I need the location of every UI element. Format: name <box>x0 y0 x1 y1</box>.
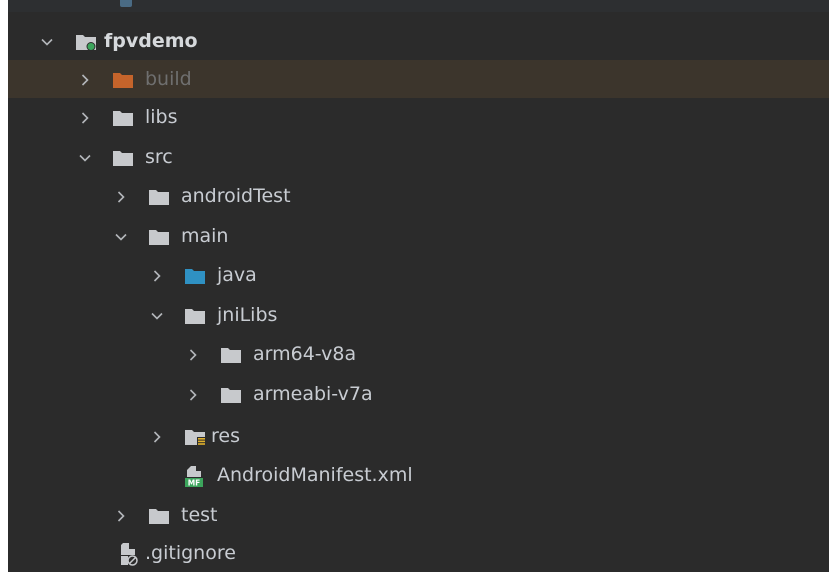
tree-item-label: main <box>181 225 229 247</box>
manifest-file-icon: MF <box>182 464 206 488</box>
chevron-right-icon[interactable] <box>78 111 92 125</box>
tree-item-label: armeabi-v7a <box>253 383 373 405</box>
tree-item-armeabi-v7a[interactable]: armeabi-v7a <box>8 375 829 413</box>
folder-icon <box>148 228 170 246</box>
tree-item-arm64-v8a[interactable]: arm64-v8a <box>8 335 829 373</box>
folder-icon <box>184 307 206 325</box>
tree-item-res[interactable]: res <box>8 417 829 455</box>
chevron-down-icon[interactable] <box>78 151 92 165</box>
chevron-right-icon[interactable] <box>150 269 164 283</box>
tree-item-label: .gitignore <box>145 542 236 564</box>
tree-item-label: res <box>211 425 240 447</box>
module-folder-icon <box>75 33 97 51</box>
chevron-right-icon[interactable] <box>150 430 164 444</box>
source-folder-icon <box>184 267 206 285</box>
tree-item-label: arm64-v8a <box>253 343 357 365</box>
chevron-right-icon[interactable] <box>114 509 128 523</box>
tree-item-test[interactable]: test <box>8 496 829 534</box>
folder-icon <box>148 188 170 206</box>
folder-icon <box>112 109 134 127</box>
tree-item-gitignore[interactable]: .gitignore <box>8 534 829 572</box>
svg-text:MF: MF <box>188 479 201 488</box>
tree-item-fpvdemo[interactable]: fpvdemo <box>8 22 829 60</box>
tree-item-label: libs <box>145 106 178 128</box>
tree-item-src[interactable]: src <box>8 138 829 176</box>
tree-item-label: java <box>217 264 257 286</box>
chevron-right-icon[interactable] <box>114 190 128 204</box>
tree-item-label: jniLibs <box>217 304 278 326</box>
folder-icon <box>112 149 134 167</box>
project-tree-panel: fpvdemo build libs src androidTest main … <box>8 0 829 572</box>
tree-item-androidmanifest[interactable]: MF AndroidManifest.xml <box>8 456 829 494</box>
tree-item-androidtest[interactable]: androidTest <box>8 177 829 215</box>
tree-item-label: AndroidManifest.xml <box>217 464 413 486</box>
tree-item-jnilibs[interactable]: jniLibs <box>8 296 829 334</box>
ignore-file-icon <box>116 541 140 567</box>
excluded-folder-icon <box>112 71 134 89</box>
chevron-right-icon[interactable] <box>78 73 92 87</box>
tree-item-java[interactable]: java <box>8 256 829 294</box>
resource-folder-icon <box>184 428 206 446</box>
tree-item-libs[interactable]: libs <box>8 98 829 136</box>
chevron-down-icon[interactable] <box>114 230 128 244</box>
tree-item-build[interactable]: build <box>8 60 829 98</box>
tree-item-main[interactable]: main <box>8 217 829 255</box>
tree-item-label: src <box>145 146 173 168</box>
tree-item-label: fpvdemo <box>104 30 198 52</box>
folder-icon <box>220 386 242 404</box>
chevron-right-icon[interactable] <box>186 388 200 402</box>
folder-icon <box>148 507 170 525</box>
chevron-right-icon[interactable] <box>186 348 200 362</box>
tree-item-label: test <box>181 504 218 526</box>
chevron-down-icon[interactable] <box>40 35 54 49</box>
folder-icon <box>120 0 132 7</box>
scrolled-off-row <box>8 0 829 12</box>
tree-item-label: androidTest <box>181 185 291 207</box>
folder-icon <box>220 346 242 364</box>
tree-item-label: build <box>145 68 192 90</box>
chevron-down-icon[interactable] <box>150 309 164 323</box>
